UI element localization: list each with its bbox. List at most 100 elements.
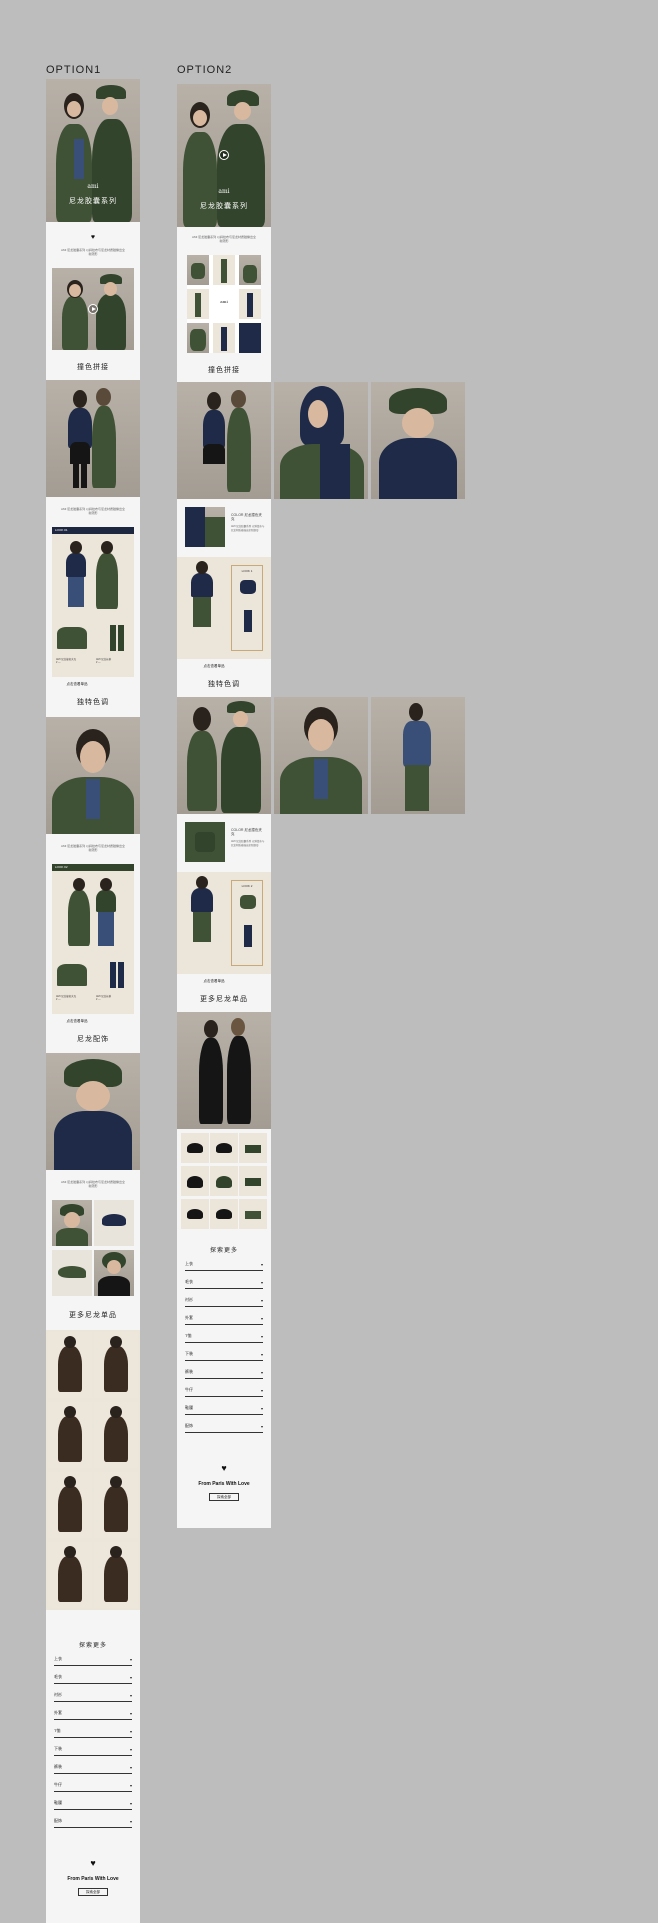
grid-tile[interactable]: [213, 323, 235, 353]
product-card[interactable]: [48, 1542, 92, 1608]
accessory-tile[interactable]: [181, 1166, 209, 1196]
menu-item-denim[interactable]: 牛仔 ▾: [185, 1383, 263, 1397]
menu-item-bottoms[interactable]: 下装 ▾: [54, 1742, 132, 1756]
product-card[interactable]: [94, 1332, 138, 1398]
chevron-down-icon: ▾: [129, 1693, 132, 1698]
option2-label: OPTION2: [177, 64, 233, 76]
option1-hero-image[interactable]: ami 尼龙胶囊系列: [46, 79, 140, 222]
product-pants[interactable]: [110, 625, 116, 651]
accessory-tile[interactable]: [181, 1199, 209, 1229]
look1-card[interactable]: LOOK 1: [177, 557, 271, 659]
grid-tile[interactable]: [239, 289, 261, 319]
accessory-tile[interactable]: [181, 1133, 209, 1163]
explore-all-button[interactable]: 探索全部: [209, 1493, 239, 1501]
grid-tile[interactable]: [187, 323, 209, 353]
tagline: From Paris With Love: [67, 1876, 119, 1882]
product-pants[interactable]: [110, 962, 116, 988]
chevron-down-icon: ▾: [260, 1262, 263, 1267]
menu-item-shirts[interactable]: 衬衫 ▾: [185, 1293, 263, 1307]
option2-hero-image[interactable]: ami 尼龙胶囊系列: [177, 84, 271, 227]
product-pants[interactable]: [244, 610, 252, 632]
menu-item-tshirts[interactable]: T恤 ▾: [54, 1724, 132, 1738]
option2-look-image[interactable]: [177, 382, 271, 499]
menu-item-shoes[interactable]: 鞋履 ▾: [185, 1401, 263, 1415]
menu-item-shoes[interactable]: 鞋履 ▾: [54, 1796, 132, 1810]
product-tile[interactable]: [52, 1250, 92, 1296]
menu-item-trousers[interactable]: 裤装 ▾: [54, 1760, 132, 1774]
accessory-tile[interactable]: [239, 1166, 267, 1196]
chevron-down-icon: ▾: [129, 1783, 132, 1788]
product-jacket[interactable]: [240, 580, 256, 594]
menu-item-accessories[interactable]: 配饰 ▾: [185, 1419, 263, 1433]
menu-item-bottoms[interactable]: 下装 ▾: [185, 1347, 263, 1361]
look2-card[interactable]: LOOK 2: [177, 872, 271, 974]
product-tile[interactable]: [94, 1200, 134, 1246]
product-pants[interactable]: [244, 925, 252, 947]
product-jacket[interactable]: [57, 964, 87, 986]
option2-portrait-image[interactable]: [274, 697, 368, 814]
product-card[interactable]: [94, 1472, 138, 1538]
grid-tile[interactable]: [187, 255, 209, 285]
grid-tile[interactable]: [213, 255, 235, 285]
menu-item-tops[interactable]: 上衣 ▾: [185, 1257, 263, 1271]
accessory-tile[interactable]: [210, 1133, 238, 1163]
model-figure: [92, 119, 132, 222]
product-jacket[interactable]: [57, 627, 87, 649]
accessory-tile[interactable]: [210, 1199, 238, 1229]
grid-tile[interactable]: [239, 323, 261, 353]
hero-caption: 尼龙胶囊系列: [69, 198, 117, 205]
menu-item-accessories[interactable]: 配饰 ▾: [54, 1814, 132, 1828]
menu-item-tshirts[interactable]: T恤 ▾: [185, 1329, 263, 1343]
product-card[interactable]: [94, 1402, 138, 1468]
accessory-tile[interactable]: [239, 1199, 267, 1229]
explore-all-button[interactable]: 探索全部: [78, 1888, 108, 1896]
product-card[interactable]: [48, 1332, 92, 1398]
menu-item-outerwear[interactable]: 外套 ▾: [54, 1706, 132, 1720]
chevron-down-icon: ▾: [260, 1424, 263, 1429]
detail-image[interactable]: [185, 822, 225, 862]
option2-hood-image[interactable]: [274, 382, 368, 499]
option1-look-image[interactable]: [46, 380, 140, 497]
product-card[interactable]: [48, 1402, 92, 1468]
option1-portrait-image[interactable]: [46, 717, 140, 834]
option1-look01-section: AMI 尼龙胶囊系列 以斜纹布与尼龙材质碰撞出全新廓形 LOOK 01 AMI …: [46, 497, 140, 717]
grid-logo-tile: ami: [213, 289, 235, 319]
menu-item-denim[interactable]: 牛仔 ▾: [54, 1778, 132, 1792]
play-icon[interactable]: [88, 304, 98, 314]
accessory-tile[interactable]: [210, 1166, 238, 1196]
detail-image[interactable]: [185, 507, 225, 547]
product-tile[interactable]: [52, 1200, 92, 1246]
option2-look-image-2[interactable]: [177, 697, 271, 814]
menu-item-sweaters[interactable]: 毛衣 ▾: [185, 1275, 263, 1289]
intro-text: AMI 尼龙胶囊系列 以斜纹布与尼龙材质碰撞出全新廓形: [60, 248, 125, 256]
menu-item-outerwear[interactable]: 外套 ▾: [185, 1311, 263, 1325]
menu-item-shirts[interactable]: 衬衫 ▾: [54, 1688, 132, 1702]
option1-hat-image[interactable]: [46, 1053, 140, 1170]
menu-item-tops[interactable]: 上衣 ▾: [54, 1652, 132, 1666]
menu-item-trousers[interactable]: 裤装 ▾: [185, 1365, 263, 1379]
accessory-tile[interactable]: [239, 1133, 267, 1163]
grid-tile[interactable]: [187, 289, 209, 319]
video-thumbnail[interactable]: [52, 268, 134, 350]
menu-item-sweaters[interactable]: 毛衣 ▾: [54, 1670, 132, 1684]
option2-look2-section: COLOR 尼龙撞色夹克 AMI 尼龙胶囊系列 以斜纹布与尼龙材质碰撞出全新廓形…: [177, 814, 271, 1012]
option1-product-grid: [46, 1330, 140, 1610]
look01-card[interactable]: LOOK 01 AMI 尼龙撞色夹克 ¥ — AMI 尼龙长裤 ¥ —: [52, 527, 134, 677]
product-card[interactable]: [48, 1472, 92, 1538]
option2-hat-image[interactable]: [371, 382, 465, 499]
chevron-down-icon: ▾: [129, 1765, 132, 1770]
product-jacket[interactable]: [240, 895, 256, 909]
look02-card[interactable]: LOOK 02 AMI 尼龙撞色夹克 ¥ — AMI 尼龙长裤 ¥ —: [52, 864, 134, 1014]
ami-heart-icon: ♥: [90, 1858, 96, 1868]
play-icon[interactable]: [219, 150, 229, 160]
chevron-down-icon: ▾: [129, 1747, 132, 1752]
product-tile[interactable]: [94, 1250, 134, 1296]
look-product-panel: LOOK 1: [231, 565, 263, 651]
view-items-tag[interactable]: 点击查看单品: [64, 681, 90, 688]
option2-denim-image[interactable]: [371, 697, 465, 814]
product-card[interactable]: [94, 1542, 138, 1608]
grid-tile[interactable]: [239, 255, 261, 285]
option1-label: OPTION1: [46, 64, 102, 76]
chevron-down-icon: ▾: [129, 1819, 132, 1824]
option2-black-outfit-image[interactable]: [177, 1012, 271, 1129]
